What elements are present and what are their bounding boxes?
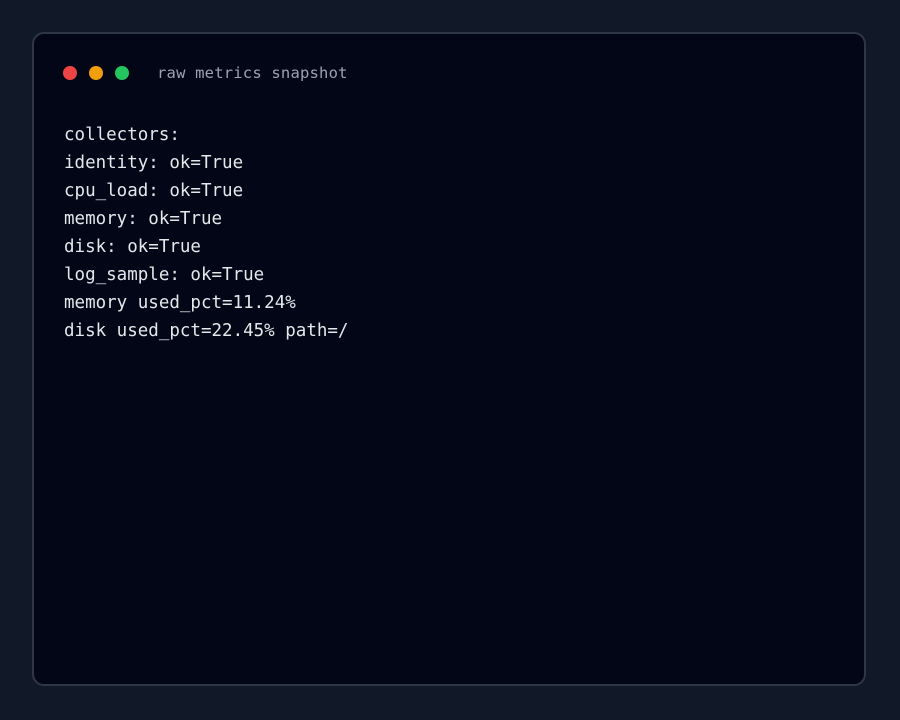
terminal-line-disk: disk: ok=True	[64, 237, 201, 257]
terminal-line-identity: identity: ok=True	[64, 153, 244, 173]
terminal-line-collectors: collectors:	[64, 125, 180, 145]
terminal-line-cpu-load: cpu_load: ok=True	[64, 181, 244, 201]
terminal-line-log-sample: log_sample: ok=True	[64, 265, 265, 285]
close-window-icon[interactable]	[63, 66, 77, 80]
terminal-line-disk-used-pct: disk used_pct=22.45% path=/	[64, 321, 349, 341]
terminal-line-memory-used-pct: memory used_pct=11.24%	[64, 293, 296, 313]
terminal-output[interactable]: collectors: identity: ok=True cpu_load: …	[64, 121, 834, 345]
window-title: raw metrics snapshot	[157, 64, 348, 82]
terminal-line-memory: memory: ok=True	[64, 209, 223, 229]
maximize-window-icon[interactable]	[115, 66, 129, 80]
title-bar: raw metrics snapshot	[63, 63, 348, 83]
minimize-window-icon[interactable]	[89, 66, 103, 80]
terminal-window: raw metrics snapshot collectors: identit…	[32, 32, 866, 686]
